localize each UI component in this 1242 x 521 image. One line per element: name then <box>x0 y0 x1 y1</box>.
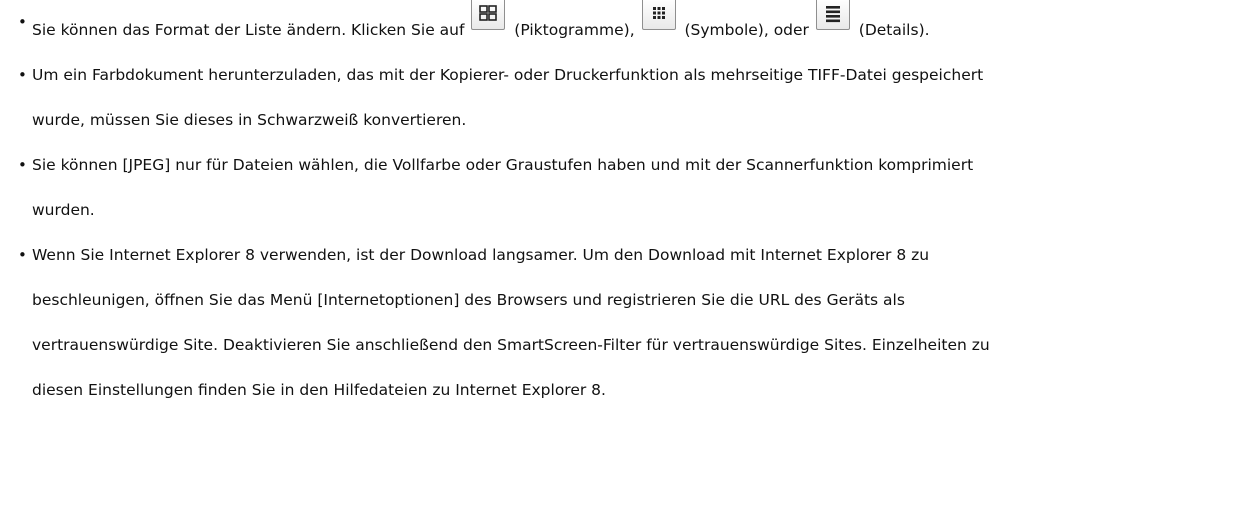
note-item-tiff-download: • Um ein Farbdokument herunterzuladen, d… <box>18 53 1228 143</box>
bullet-dot: • <box>18 66 27 84</box>
note-item-list-format: • Sie können das Format der Liste ändern… <box>18 0 1228 53</box>
note-text: (Symbole), oder <box>679 21 814 39</box>
note-line: Sie können das Format der Liste ändern. … <box>32 0 1228 53</box>
note-text: Sie können das Format der Liste ändern. … <box>32 21 470 39</box>
note-text: (Piktogramme), <box>509 21 640 39</box>
note-line: diesen Einstellungen finden Sie in den H… <box>32 381 606 399</box>
note-line: Um ein Farbdokument herunterzuladen, das… <box>32 66 984 84</box>
bullet-dot: • <box>18 13 27 31</box>
thumbnail-view-icon[interactable] <box>471 0 506 30</box>
note-line: Sie können [JPEG] nur für Dateien wählen… <box>32 156 974 174</box>
note-line: vertrauenswürdige Site. Deaktivieren Sie… <box>32 336 990 354</box>
bullet-dot: • <box>18 156 27 174</box>
notes-list: • Sie können das Format der Liste ändern… <box>18 0 1228 413</box>
note-line: wurde, müssen Sie dieses in Schwarzweiß … <box>32 111 467 129</box>
note-item-jpeg: • Sie können [JPEG] nur für Dateien wähl… <box>18 143 1228 233</box>
bullet-dot: • <box>18 246 27 264</box>
note-text: (Details). <box>853 21 930 39</box>
details-view-icon[interactable] <box>815 0 850 30</box>
note-line: beschleunigen, öffnen Sie das Menü [Inte… <box>32 291 905 309</box>
icon-view-icon[interactable] <box>641 0 676 30</box>
note-item-internet-explorer: • Wenn Sie Internet Explorer 8 verwenden… <box>18 233 1228 413</box>
note-line: wurden. <box>32 201 95 219</box>
note-line: Wenn Sie Internet Explorer 8 verwenden, … <box>32 246 930 264</box>
